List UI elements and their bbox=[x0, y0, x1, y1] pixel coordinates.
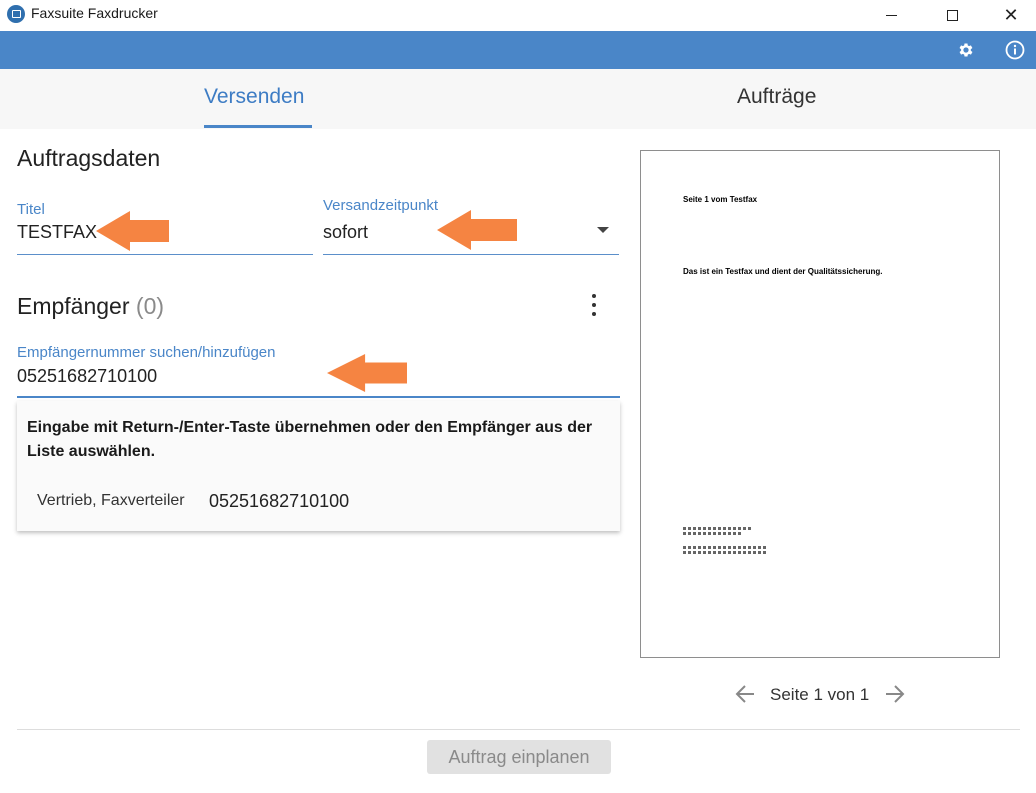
close-button[interactable]: ✕ bbox=[988, 0, 1034, 30]
send-time-select[interactable]: sofort bbox=[323, 222, 368, 243]
title-field-underline bbox=[17, 254, 313, 255]
preview-footer-line bbox=[683, 551, 767, 554]
arrow-left-icon[interactable] bbox=[734, 683, 756, 705]
annotation-arrow-icon bbox=[327, 353, 407, 393]
chevron-down-icon[interactable] bbox=[597, 227, 609, 233]
schedule-job-button[interactable]: Auftrag einplanen bbox=[427, 740, 611, 774]
preview-footer-line bbox=[683, 532, 743, 535]
title-bar: Faxsuite Faxdrucker ✕ bbox=[0, 0, 1036, 30]
window-title: Faxsuite Faxdrucker bbox=[31, 5, 158, 21]
title-field-label: Titel bbox=[17, 201, 45, 218]
maximize-button[interactable] bbox=[929, 0, 975, 30]
info-icon bbox=[1005, 40, 1025, 60]
recipient-suggestions-popup: Eingabe mit Return-/Enter-Taste übernehm… bbox=[17, 401, 620, 531]
preview-footer-line bbox=[683, 527, 753, 530]
send-time-label: Versandzeitpunkt bbox=[323, 197, 439, 214]
suggestion-hint: Eingabe mit Return-/Enter-Taste übernehm… bbox=[27, 419, 593, 460]
arrow-right-icon[interactable] bbox=[884, 683, 906, 705]
send-time-underline bbox=[323, 254, 619, 255]
tab-auftraege[interactable]: Aufträge bbox=[737, 85, 816, 109]
recipient-search-label: Empfängernummer suchen/hinzufügen bbox=[17, 344, 276, 361]
header-bar bbox=[0, 31, 1036, 69]
fax-app-icon bbox=[7, 5, 25, 23]
more-options-button[interactable] bbox=[586, 294, 602, 316]
preview-page-heading: Seite 1 vom Testfax bbox=[683, 195, 758, 204]
close-icon: ✕ bbox=[1003, 5, 1019, 25]
tab-versenden[interactable]: Versenden bbox=[204, 85, 304, 109]
kebab-dot bbox=[592, 312, 596, 316]
minimize-icon bbox=[885, 14, 897, 16]
kebab-dot bbox=[592, 303, 596, 307]
maximize-icon bbox=[946, 9, 958, 21]
title-field[interactable]: TESTFAX bbox=[17, 222, 97, 243]
footer-divider bbox=[17, 729, 1020, 730]
order-data-heading: Auftragsdaten bbox=[17, 145, 161, 171]
pager-text: Seite 1 von 1 bbox=[770, 685, 870, 704]
preview-page-body: Das ist ein Testfax und dient der Qualit… bbox=[683, 267, 883, 276]
preview-footer-line bbox=[683, 546, 767, 549]
info-button[interactable] bbox=[1005, 40, 1025, 60]
suggestion-item-name[interactable]: Vertrieb, Faxverteiler bbox=[37, 492, 185, 510]
active-tab-indicator bbox=[204, 125, 312, 128]
gear-icon bbox=[959, 43, 973, 57]
recipient-search-input[interactable]: 05251682710100 bbox=[17, 366, 157, 387]
annotation-arrow-icon bbox=[437, 210, 517, 250]
recipient-search-underline bbox=[17, 396, 620, 398]
fax-preview: Seite 1 vom Testfax Das ist ein Testfax … bbox=[640, 150, 1000, 658]
recipients-count: (0) bbox=[135, 293, 165, 319]
annotation-arrow-icon bbox=[96, 211, 169, 251]
suggestion-item-number[interactable]: 05251682710100 bbox=[209, 491, 349, 512]
recipients-heading: Empfänger (0) bbox=[17, 293, 164, 320]
minimize-button[interactable] bbox=[868, 0, 914, 30]
kebab-menu-icon bbox=[592, 294, 596, 298]
recipients-heading-label: Empfänger bbox=[17, 293, 130, 319]
settings-button[interactable] bbox=[956, 40, 976, 60]
tab-bar: Versenden Aufträge bbox=[0, 69, 1036, 129]
